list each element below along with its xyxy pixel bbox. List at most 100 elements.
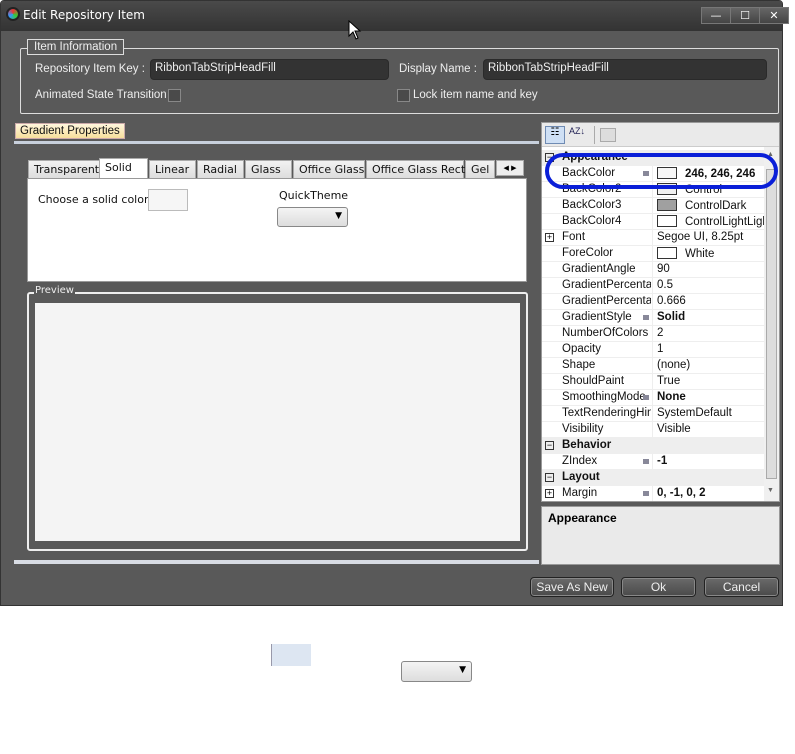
app-logo-icon bbox=[6, 7, 20, 21]
vertical-scrollbar[interactable]: ▼ ▲ bbox=[764, 147, 779, 501]
property-value[interactable]: ControlLightLight bbox=[657, 215, 772, 228]
property-value[interactable]: None bbox=[657, 391, 686, 403]
column-separator bbox=[652, 326, 653, 342]
property-row[interactable]: BackColor4 ControlLightLight bbox=[542, 214, 772, 230]
property-category[interactable]: − Behavior bbox=[542, 438, 764, 454]
property-value-text: 0, -1, 0, 2 bbox=[657, 487, 706, 499]
property-value[interactable]: 0, -1, 0, 2 bbox=[657, 487, 706, 499]
property-description-panel: Appearance bbox=[541, 506, 780, 565]
column-separator bbox=[652, 294, 653, 310]
property-value[interactable]: SystemDefault bbox=[657, 407, 732, 419]
property-value[interactable]: Visible bbox=[657, 423, 691, 435]
display-name-label: Display Name : bbox=[399, 63, 477, 75]
column-separator bbox=[652, 358, 653, 374]
property-value[interactable]: True bbox=[657, 375, 680, 387]
column-separator bbox=[652, 454, 653, 470]
property-value-text: 0.666 bbox=[657, 295, 686, 307]
cancel-button[interactable]: Cancel bbox=[704, 577, 779, 597]
lock-item-label: Lock item name and key bbox=[413, 89, 538, 101]
tab-glass[interactable]: Glass bbox=[245, 160, 292, 179]
minimize-button[interactable]: — bbox=[701, 7, 731, 24]
property-pages-icon[interactable] bbox=[600, 128, 616, 142]
property-value[interactable]: 0.666 bbox=[657, 295, 686, 307]
tab-gradient-properties[interactable]: Gradient Properties bbox=[15, 123, 125, 139]
tab-linear[interactable]: Linear bbox=[149, 160, 196, 179]
property-value[interactable]: 1 bbox=[657, 343, 663, 355]
scroll-right-icon[interactable]: ▶ bbox=[511, 164, 516, 172]
scroll-down-icon[interactable]: ▼ bbox=[767, 487, 774, 494]
quicktheme-dropdown[interactable]: ▼ bbox=[277, 207, 348, 227]
property-value-text: 0.5 bbox=[657, 279, 673, 291]
tab-gel[interactable]: Gel bbox=[465, 160, 495, 179]
tab-transparent[interactable]: Transparent bbox=[28, 160, 106, 179]
property-value[interactable]: White bbox=[657, 247, 714, 260]
property-row[interactable]: TextRenderingHint SystemDefault bbox=[542, 406, 764, 422]
solid-color-picker[interactable] bbox=[148, 189, 188, 211]
scrollbar-thumb[interactable] bbox=[766, 169, 777, 479]
property-value[interactable]: (none) bbox=[657, 359, 690, 371]
property-row[interactable]: NumberOfColors 2 bbox=[542, 326, 764, 342]
column-separator bbox=[652, 278, 653, 294]
expand-icon[interactable]: + bbox=[545, 489, 554, 498]
property-value[interactable]: 90 bbox=[657, 263, 670, 275]
close-button[interactable]: ✕ bbox=[759, 7, 789, 24]
property-row[interactable]: Visibility Visible bbox=[542, 422, 764, 438]
property-row[interactable]: GradientPercentage 0.5 bbox=[542, 278, 764, 294]
alphabetical-sort-icon[interactable]: AZ↓ bbox=[569, 126, 585, 136]
column-separator bbox=[652, 390, 653, 406]
property-row[interactable]: SmoothingMode None bbox=[542, 390, 764, 406]
property-value[interactable]: Solid bbox=[657, 311, 685, 323]
categorized-view-icon[interactable]: ☷ bbox=[545, 126, 565, 144]
animated-state-transition-label: Animated State Transition bbox=[35, 89, 167, 101]
property-row[interactable]: + Margin 0, -1, 0, 2 bbox=[542, 486, 764, 501]
property-row[interactable]: GradientStyle Solid bbox=[542, 310, 764, 326]
property-value[interactable]: 2 bbox=[657, 327, 663, 339]
edit-repository-item-dialog: Edit Repository Item — ☐ ✕ Item Informat… bbox=[0, 0, 789, 606]
stray-dropdown[interactable]: ▼ bbox=[401, 661, 472, 682]
column-separator bbox=[652, 406, 653, 422]
property-value[interactable]: Segoe UI, 8.25pt bbox=[657, 231, 743, 243]
property-value[interactable]: -1 bbox=[657, 455, 667, 467]
ok-button[interactable]: Ok bbox=[621, 577, 696, 597]
save-as-new-button[interactable]: Save As New bbox=[530, 577, 614, 597]
expand-icon[interactable]: + bbox=[545, 233, 554, 242]
property-name: GradientPercentage2 bbox=[562, 295, 651, 307]
property-name: TextRenderingHint bbox=[562, 407, 651, 419]
tab-radial[interactable]: Radial bbox=[197, 160, 244, 179]
lock-item-checkbox[interactable] bbox=[397, 89, 410, 102]
maximize-button[interactable]: ☐ bbox=[730, 7, 760, 24]
property-row[interactable]: + Font Segoe UI, 8.25pt bbox=[542, 230, 764, 246]
property-value-text: Solid bbox=[657, 311, 686, 323]
property-rows: − Appearance BackColor 246, 246, 246 BackCol… bbox=[542, 150, 779, 501]
tab-solid[interactable]: Solid bbox=[99, 158, 148, 179]
title-bar[interactable]: Edit Repository Item — ☐ ✕ bbox=[1, 1, 789, 31]
property-name: BackColor4 bbox=[562, 215, 622, 227]
property-row[interactable]: ForeColor White bbox=[542, 246, 764, 262]
collapse-icon[interactable]: − bbox=[545, 473, 554, 482]
property-row[interactable]: Opacity 1 bbox=[542, 342, 764, 358]
column-separator bbox=[652, 374, 653, 390]
property-row[interactable]: ZIndex -1 bbox=[542, 454, 764, 470]
column-separator bbox=[652, 486, 653, 501]
tab-office-glass[interactable]: Office Glass bbox=[293, 160, 365, 179]
property-value-text: Visible bbox=[657, 423, 691, 435]
toolbar-separator bbox=[594, 126, 595, 144]
display-name-input[interactable]: RibbonTabStripHeadFill bbox=[483, 59, 767, 80]
property-name: GradientAngle bbox=[562, 263, 636, 275]
collapse-icon[interactable]: − bbox=[545, 441, 554, 450]
property-row[interactable]: BackColor3 ControlDark bbox=[542, 198, 764, 214]
repository-item-key-input[interactable]: RibbonTabStripHeadFill bbox=[150, 59, 389, 80]
property-value[interactable]: 0.5 bbox=[657, 279, 673, 291]
property-row[interactable]: GradientAngle 90 bbox=[542, 262, 764, 278]
property-row[interactable]: Shape (none) bbox=[542, 358, 764, 374]
tab-office-glass-rect[interactable]: Office Glass Rect bbox=[366, 160, 465, 179]
tab-scroll-buttons[interactable]: ◀ ▶ bbox=[496, 160, 524, 176]
property-value[interactable]: ControlDark bbox=[657, 199, 746, 212]
property-name: GradientStyle bbox=[562, 311, 632, 323]
item-information-legend: Item Information bbox=[27, 39, 125, 55]
property-row[interactable]: ShouldPaint True bbox=[542, 374, 764, 390]
scroll-left-icon[interactable]: ◀ bbox=[503, 164, 508, 172]
property-row[interactable]: GradientPercentage2 0.666 bbox=[542, 294, 764, 310]
property-category[interactable]: − Layout bbox=[542, 470, 764, 486]
animated-state-transition-checkbox[interactable] bbox=[168, 89, 181, 102]
